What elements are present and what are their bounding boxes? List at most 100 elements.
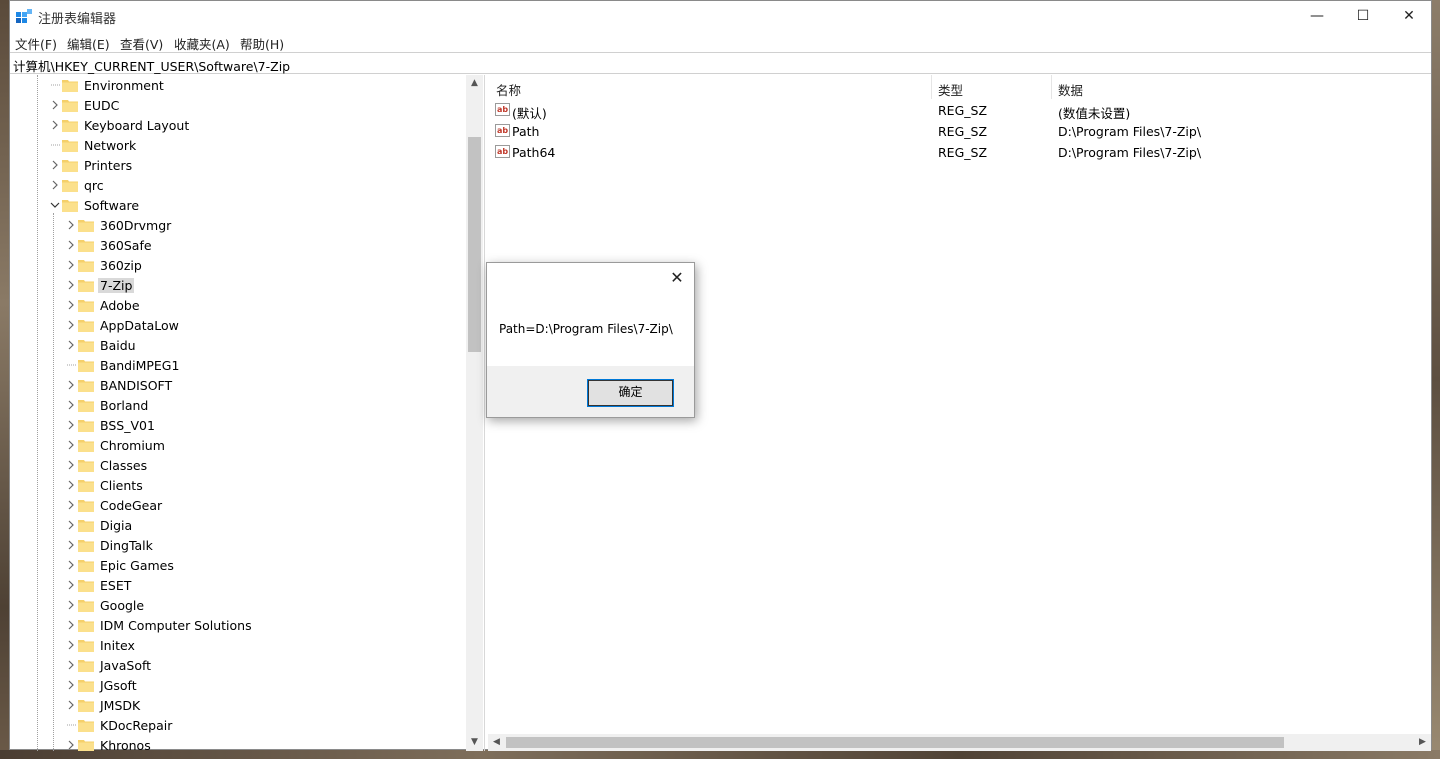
menu-edit[interactable]: 编辑(E) (67, 34, 110, 53)
tree-item[interactable]: Printers (49, 156, 460, 176)
tree-item[interactable]: KDocRepair (65, 716, 460, 736)
chevron-right-icon[interactable] (49, 99, 61, 111)
tree-vertical-scrollbar[interactable]: ▲ ▼ (466, 75, 483, 751)
chevron-right-icon[interactable] (65, 379, 77, 391)
tree-item[interactable]: BANDISOFT (65, 376, 460, 396)
tree-item[interactable]: Network (49, 136, 460, 156)
chevron-right-icon[interactable] (65, 419, 77, 431)
tree-item[interactable]: JMSDK (65, 696, 460, 716)
chevron-right-icon[interactable] (65, 339, 77, 351)
column-name[interactable]: 名称 (496, 80, 521, 99)
tree-item[interactable]: BSS_V01 (65, 416, 460, 436)
tree-item[interactable]: Khronos (65, 736, 460, 751)
scrollbar-thumb[interactable] (468, 137, 481, 352)
chevron-right-icon[interactable] (65, 259, 77, 271)
tree-item[interactable]: Epic Games (65, 556, 460, 576)
close-button[interactable]: ✕ (1386, 1, 1432, 32)
tree-item[interactable]: AppDataLow (65, 316, 460, 336)
tree-item[interactable]: EUDC (49, 96, 460, 116)
scrollbar-thumb[interactable] (506, 737, 1284, 748)
scroll-down-arrow-icon[interactable]: ▼ (466, 734, 483, 751)
chevron-right-icon[interactable] (65, 579, 77, 591)
tree-item[interactable]: JGsoft (65, 676, 460, 696)
maximize-button[interactable]: ☐ (1340, 1, 1386, 32)
tree-item[interactable]: Google (65, 596, 460, 616)
chevron-right-icon[interactable] (65, 459, 77, 471)
tree-item[interactable]: Keyboard Layout (49, 116, 460, 136)
chevron-right-icon[interactable] (65, 219, 77, 231)
folder-icon (78, 599, 94, 612)
desktop-background-right (1432, 0, 1440, 759)
ok-button[interactable]: 确定 (587, 379, 674, 407)
tree-item-label: Environment (84, 78, 164, 93)
chevron-right-icon[interactable] (65, 479, 77, 491)
tree-item[interactable]: Clients (65, 476, 460, 496)
tree-item[interactable]: JavaSoft (65, 656, 460, 676)
chevron-right-icon[interactable] (49, 119, 61, 131)
chevron-down-icon[interactable] (49, 199, 61, 211)
message-dialog: ✕ Path=D:\Program Files\7-Zip\ 确定 (486, 262, 695, 418)
chevron-right-icon[interactable] (65, 319, 77, 331)
column-type[interactable]: 类型 (938, 80, 963, 99)
tree-item[interactable]: BandiMPEG1 (65, 356, 460, 376)
tree-item[interactable]: 360Safe (65, 236, 460, 256)
tree-item[interactable]: DingTalk (65, 536, 460, 556)
chevron-right-icon[interactable] (65, 739, 77, 751)
folder-icon (78, 619, 94, 632)
chevron-right-icon[interactable] (65, 699, 77, 711)
chevron-right-icon[interactable] (65, 619, 77, 631)
tree-item[interactable]: 360Drvmgr (65, 216, 460, 236)
menu-help[interactable]: 帮助(H) (240, 34, 284, 53)
address-path[interactable]: 计算机\HKEY_CURRENT_USER\Software\7-Zip (13, 56, 290, 75)
chevron-right-icon[interactable] (65, 559, 77, 571)
list-horizontal-scrollbar[interactable]: ◀ ▶ (488, 734, 1431, 751)
list-row[interactable]: ab Path64 REG_SZ D:\Program Files\7-Zip\ (488, 142, 1431, 163)
chevron-right-icon[interactable] (65, 599, 77, 611)
chevron-right-icon[interactable] (65, 239, 77, 251)
tree-item[interactable]: Initex (65, 636, 460, 656)
minimize-button[interactable]: — (1294, 1, 1340, 32)
dialog-close-icon[interactable]: ✕ (666, 267, 688, 289)
address-bar[interactable]: 计算机\HKEY_CURRENT_USER\Software\7-Zip (10, 52, 1431, 74)
tree-item[interactable]: IDM Computer Solutions (65, 616, 460, 636)
tree-item[interactable]: qrc (49, 176, 460, 196)
tree-item[interactable]: Adobe (65, 296, 460, 316)
list-row[interactable]: ab Path REG_SZ D:\Program Files\7-Zip\ (488, 121, 1431, 142)
folder-icon (78, 419, 94, 432)
column-data[interactable]: 数据 (1058, 80, 1083, 99)
tree-item[interactable]: CodeGear (65, 496, 460, 516)
chevron-right-icon[interactable] (65, 679, 77, 691)
list-row[interactable]: ab (默认) REG_SZ (数值未设置) (488, 100, 1431, 121)
chevron-right-icon[interactable] (65, 659, 77, 671)
tree-item[interactable]: Environment (49, 76, 460, 96)
tree-item[interactable]: Chromium (65, 436, 460, 456)
chevron-right-icon[interactable] (65, 439, 77, 451)
tree-item[interactable]: Digia (65, 516, 460, 536)
scroll-up-arrow-icon[interactable]: ▲ (466, 75, 483, 92)
chevron-right-icon[interactable] (65, 279, 77, 291)
chevron-right-icon[interactable] (65, 539, 77, 551)
chevron-right-icon[interactable] (65, 399, 77, 411)
tree-item[interactable]: Classes (65, 456, 460, 476)
tree-item[interactable]: 360zip (65, 256, 460, 276)
scroll-left-arrow-icon[interactable]: ◀ (488, 734, 505, 751)
menu-view[interactable]: 查看(V) (120, 34, 163, 53)
tree-item[interactable]: Baidu (65, 336, 460, 356)
menu-favorites[interactable]: 收藏夹(A) (174, 34, 230, 53)
chevron-right-icon[interactable] (65, 519, 77, 531)
folder-icon (78, 639, 94, 652)
folder-icon (62, 99, 78, 112)
folder-icon (78, 539, 94, 552)
tree-item[interactable]: ESET (65, 576, 460, 596)
chevron-right-icon[interactable] (49, 159, 61, 171)
tree-item[interactable]: 7-Zip (65, 276, 460, 296)
chevron-right-icon[interactable] (65, 639, 77, 651)
menu-file[interactable]: 文件(F) (15, 34, 57, 53)
tree-item[interactable]: Software (49, 196, 460, 216)
scroll-right-arrow-icon[interactable]: ▶ (1414, 734, 1431, 751)
tree-item-label: EUDC (84, 98, 120, 113)
chevron-right-icon[interactable] (49, 179, 61, 191)
chevron-right-icon[interactable] (65, 499, 77, 511)
tree-item[interactable]: Borland (65, 396, 460, 416)
chevron-right-icon[interactable] (65, 299, 77, 311)
